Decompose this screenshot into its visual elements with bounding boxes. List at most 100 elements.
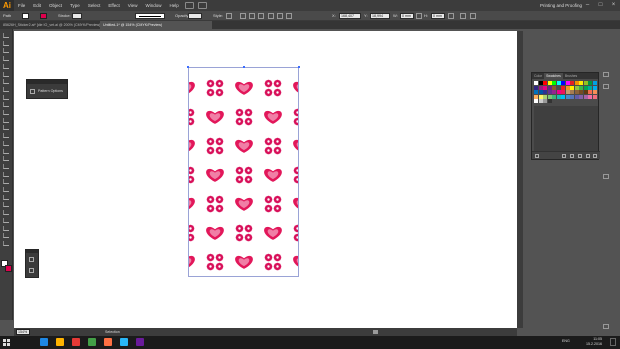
swatch-54[interactable] [588,94,592,99]
current-tool-status[interactable]: Selection [105,328,120,336]
direct-selection-tool-icon[interactable] [3,40,9,46]
swatch-22[interactable] [570,85,574,90]
align-bottom-icon[interactable] [286,13,292,19]
graph-tool-icon[interactable] [3,210,9,216]
line-tool-icon[interactable] [3,79,9,85]
x-field[interactable]: 168,407 mm [339,13,361,19]
show-kinds-icon[interactable] [562,154,566,158]
mesh-tool-icon[interactable] [3,171,9,177]
zoom-field[interactable]: 154% [16,329,30,335]
stroke-color-box[interactable] [5,265,12,272]
swatch-51[interactable] [574,94,579,99]
zoom-tool-icon[interactable] [3,240,9,246]
swatch-52[interactable] [579,94,583,99]
slice-tool-icon[interactable] [3,225,9,231]
tab-swatches[interactable]: Swatches [544,73,563,79]
artboard-icon[interactable] [29,257,34,262]
selection-handle[interactable] [298,66,300,68]
swatch-6[interactable] [561,81,565,85]
workspace-switcher[interactable]: Printing and Proofing [540,0,582,11]
swatch-4[interactable] [552,81,556,85]
taskbar-app-2[interactable] [72,338,80,346]
swatch-21[interactable] [565,85,570,90]
swatch-48[interactable] [561,94,565,99]
warp-tool-icon[interactable] [3,140,9,146]
swatch-41[interactable] [592,90,597,94]
swatch-24[interactable] [579,85,583,90]
close-button[interactable]: × [609,1,618,9]
swatch-26[interactable] [588,85,592,90]
swatch-59[interactable] [547,99,552,103]
swatch-55[interactable] [592,94,597,99]
notifications-icon[interactable] [610,338,616,346]
type-tool-icon[interactable] [3,71,9,77]
selection-handle[interactable] [243,66,245,68]
taskbar-app-4[interactable] [104,338,112,346]
swatch-library-icon[interactable] [535,154,539,158]
clock-date[interactable]: 15.2.2016 [578,342,602,346]
tab-document-2[interactable]: Untitled-1* @ 154% (CMYK/Preview) [100,21,212,29]
stroke-profile-dropdown[interactable] [135,13,165,19]
swatch-38[interactable] [579,90,583,94]
swatch-17[interactable] [547,85,552,90]
swatch-47[interactable] [556,94,561,99]
swatch-57[interactable] [538,99,543,103]
taskbar-app-5[interactable] [120,338,128,346]
swatches-panel-icon[interactable] [603,84,609,89]
swatch-10[interactable] [579,81,583,85]
rotate-tool-icon[interactable] [3,125,9,131]
clock-time[interactable]: 11:05 [578,337,602,341]
swatch-49[interactable] [565,94,570,99]
artboards-mini-panel[interactable] [25,249,39,278]
windows-start-icon[interactable] [3,339,10,346]
swatch-36[interactable] [570,90,574,94]
constrain-proportions-icon[interactable] [416,13,422,19]
hand-tool-icon[interactable] [3,233,9,239]
pen-tool-icon[interactable] [3,63,9,69]
selection-handle[interactable] [187,66,189,68]
artboard-tool-icon[interactable] [3,217,9,223]
horizontal-scrollbar-thumb[interactable] [373,330,378,334]
delete-swatch-icon[interactable] [593,154,597,158]
swatch-3[interactable] [547,81,552,85]
menu-select[interactable]: Select [84,0,105,11]
taskbar-app-3[interactable] [88,338,96,346]
swatch-2[interactable] [543,81,547,85]
align-top-icon[interactable] [268,13,274,19]
swatch-45[interactable] [547,94,552,99]
swatch-37[interactable] [574,90,579,94]
swatch-14[interactable] [534,85,538,90]
collapse-panels-icon[interactable] [603,174,609,179]
menu-window[interactable]: Window [141,0,165,11]
scale-tool-icon[interactable] [3,133,9,139]
tab-color[interactable]: Color [532,73,544,79]
perspective-tool-icon[interactable] [3,163,9,169]
swatch-9[interactable] [574,81,579,85]
taskbar-app-0[interactable] [40,338,48,346]
lasso-tool-icon[interactable] [3,56,9,62]
selection-tool-icon[interactable] [3,33,9,38]
swatch-5[interactable] [556,81,561,85]
swatch-33[interactable] [556,90,561,94]
y-field[interactable]: 18,994 mm [370,13,390,19]
pencil-tool-icon[interactable] [3,102,9,108]
eyedropper-tool-icon[interactable] [3,187,9,192]
swatch-25[interactable] [583,85,588,90]
free-transform-tool-icon[interactable] [3,148,9,154]
swatch-29[interactable] [538,90,543,94]
pattern-options-panel[interactable]: Pattern Options [26,79,68,99]
swatch-15[interactable] [538,85,543,90]
swatch-1[interactable] [538,81,543,85]
layers-icon[interactable] [29,268,34,273]
bridge-icon[interactable] [184,2,194,9]
stroke-weight-field[interactable] [72,13,82,19]
swatch-35[interactable] [565,90,570,94]
rectangle-tool-icon[interactable] [3,86,9,92]
stroke-swatch[interactable] [40,13,47,19]
h-field[interactable]: 0 mm [431,13,445,19]
swatch-31[interactable] [547,90,552,94]
menu-effect[interactable]: Effect [104,0,123,11]
shape-builder-tool-icon[interactable] [3,156,9,162]
swatch-39[interactable] [583,90,588,94]
fill-swatch[interactable] [22,13,29,19]
